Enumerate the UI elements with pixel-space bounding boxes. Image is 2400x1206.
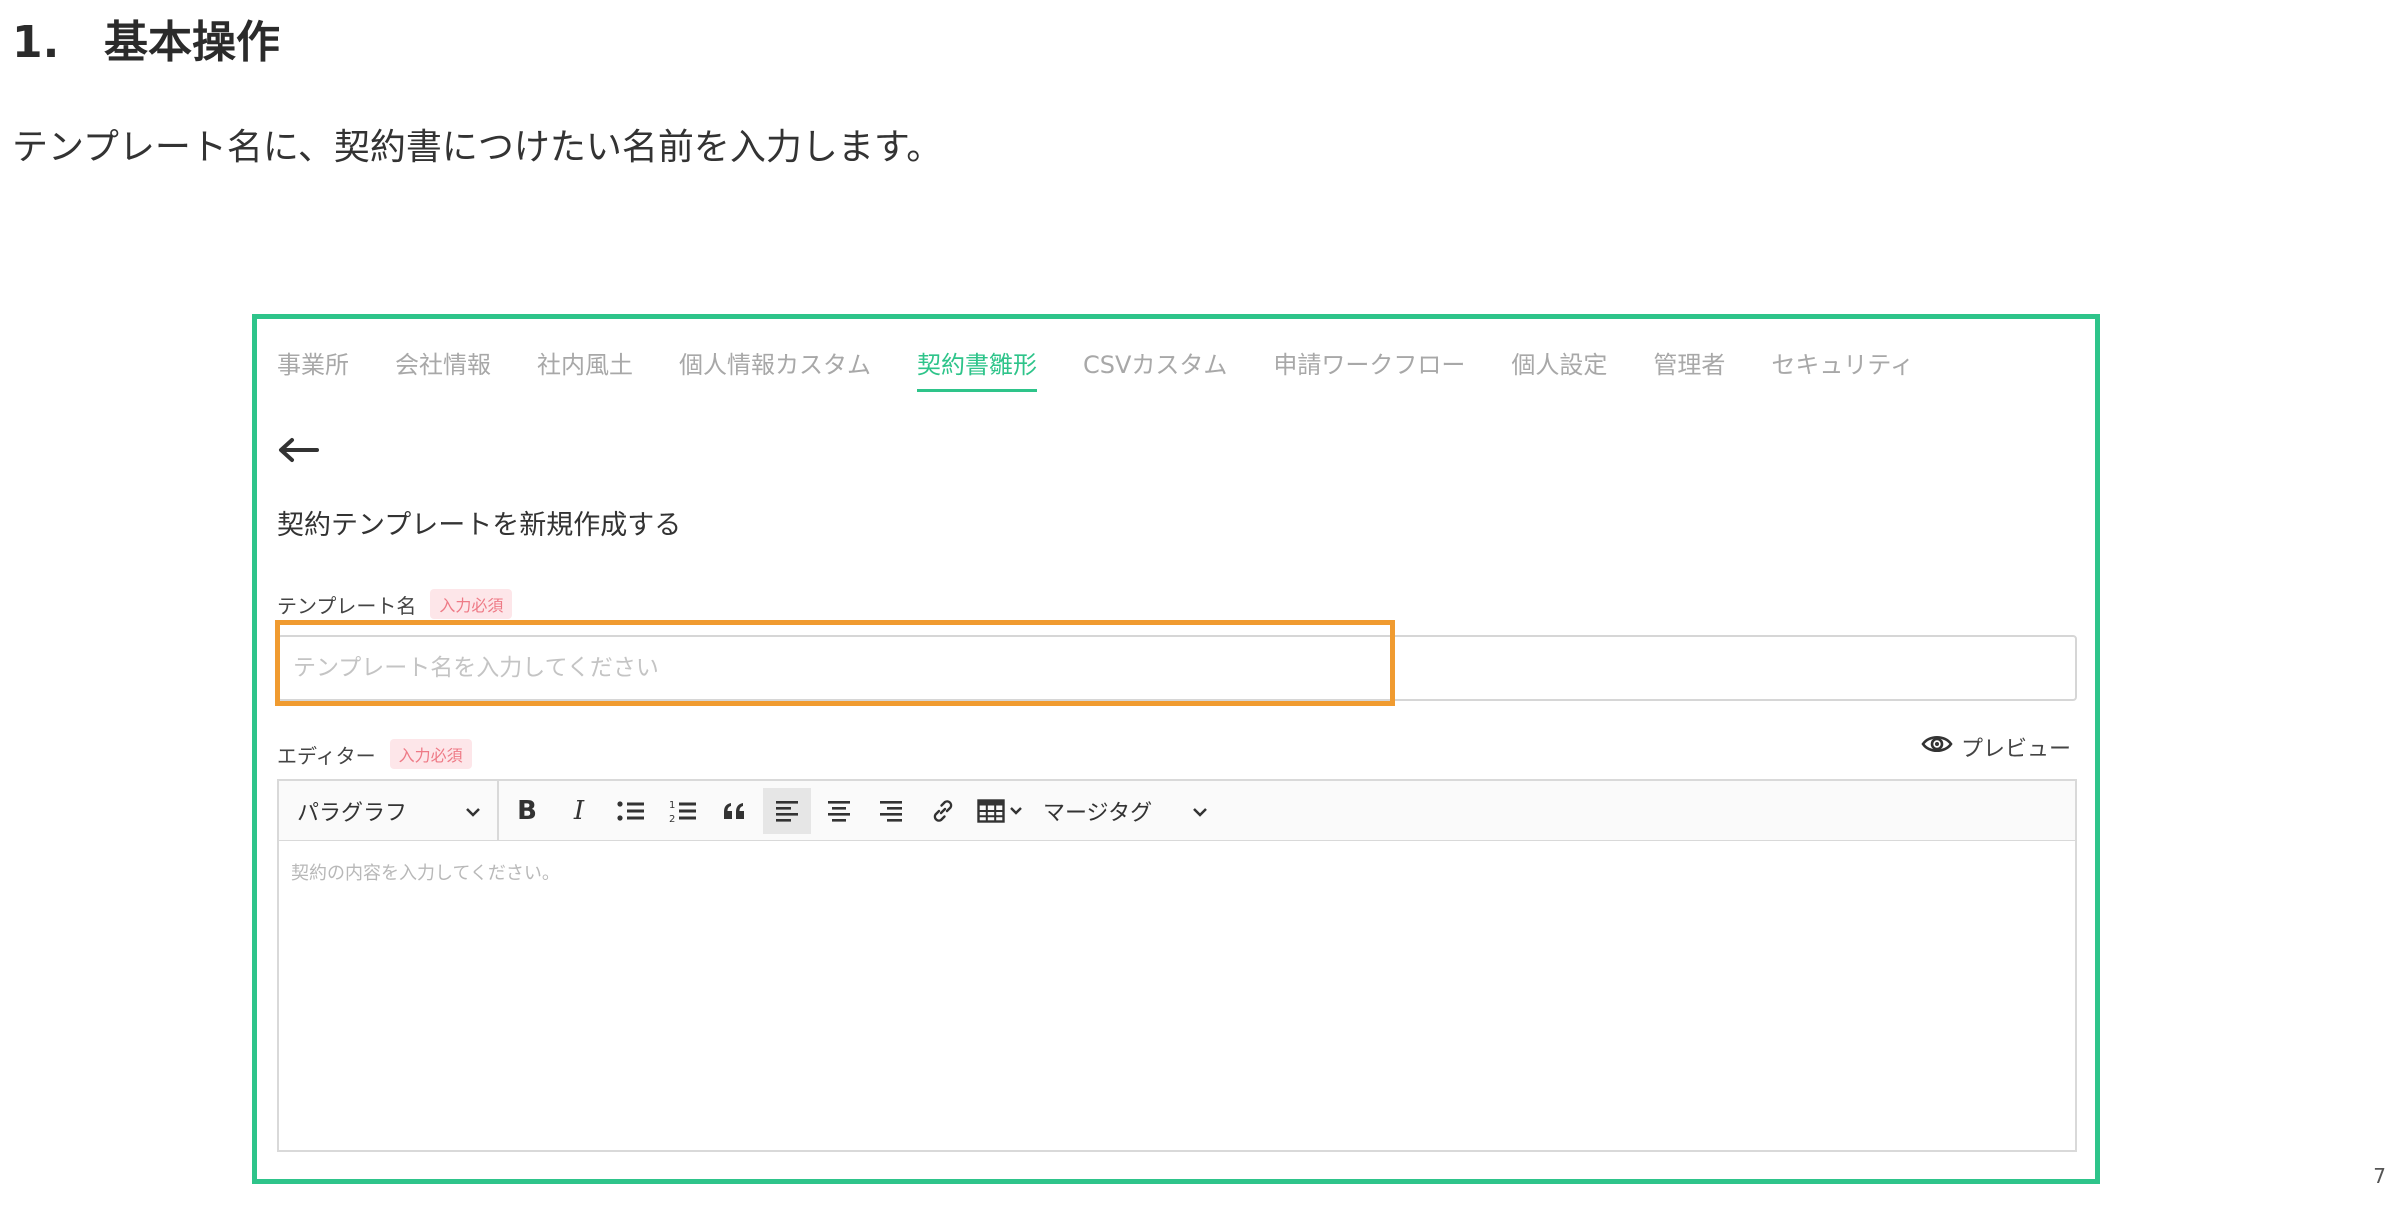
link-button[interactable] [919,788,967,834]
tab-csv-custom[interactable]: CSVカスタム [1083,341,1227,401]
svg-text:1: 1 [669,800,675,811]
blockquote-button[interactable] [711,788,759,834]
tab-approval-workflow[interactable]: 申請ワークフロー [1273,341,1465,401]
required-badge: 入力必須 [389,739,472,769]
chevron-down-icon [465,798,481,823]
tab-office[interactable]: 事業所 [277,341,349,401]
page-heading: 1. 基本操作 [12,6,280,70]
screenshot-frame: 事業所 会社情報 社内風土 個人情報カスタム 契約書雛形 CSVカスタム 申請ワ… [252,314,2100,1184]
paragraph-select-value: パラグラフ [297,800,408,826]
numbered-list-button[interactable]: 1 2 [659,788,707,834]
tab-personal-settings[interactable]: 個人設定 [1511,341,1607,401]
tab-personal-info-custom[interactable]: 個人情報カスタム [679,341,871,401]
page-description: テンプレート名に、契約書につけたい名前を入力します。 [12,127,943,168]
insert-table-button[interactable] [973,788,1027,834]
numbered-list-icon: 1 2 [669,800,696,824]
heading-number: 1. [12,17,60,68]
bulleted-list-icon [617,800,644,821]
align-right-button[interactable] [867,788,915,834]
editor-placeholder: 契約の内容を入力してください。 [291,863,560,884]
form-title: 契約テンプレートを新規作成する [277,510,682,541]
tab-security[interactable]: セキュリティ [1771,341,1914,401]
italic-button[interactable]: I [555,788,603,834]
italic-icon: I [573,795,585,826]
svg-text:2: 2 [669,814,675,824]
preview-label: プレビュー [1960,737,2071,762]
template-name-input[interactable] [277,635,2077,701]
bulleted-list-button[interactable] [607,788,655,834]
editor-label: エディター 入力必須 [277,739,472,769]
align-left-button[interactable] [763,787,811,834]
chevron-down-icon [1192,798,1208,823]
eye-icon [1921,733,1953,761]
bold-button[interactable]: B [503,788,551,834]
quote-icon [724,802,744,819]
required-badge: 入力必須 [430,589,513,619]
editor-toolbar: パラグラフ B I 1 2 マージタグ [277,779,2077,841]
editor-content-area[interactable]: 契約の内容を入力してください。 [277,840,2077,1152]
heading-title: 基本操作 [104,17,280,68]
link-icon [933,799,953,822]
bold-icon: B [517,795,537,826]
chevron-down-icon [1010,806,1022,815]
merge-tag-label: マージタグ [1043,800,1153,826]
page-number: 7 [2373,1164,2386,1188]
editor-label-text: エディター [277,743,376,768]
tab-administrators[interactable]: 管理者 [1653,341,1725,401]
align-center-button[interactable] [815,788,863,834]
tab-contract-templates[interactable]: 契約書雛形 [917,341,1037,401]
merge-tag-dropdown[interactable]: マージタグ [1043,795,1208,827]
template-name-label-text: テンプレート名 [277,593,417,618]
tab-company-culture[interactable]: 社内風土 [537,341,633,401]
tab-company-info[interactable]: 会社情報 [395,341,491,401]
align-left-icon [776,800,798,822]
align-center-icon [828,800,850,822]
align-right-icon [880,800,902,822]
back-arrow-icon[interactable] [277,435,319,465]
settings-tabs: 事業所 会社情報 社内風土 個人情報カスタム 契約書雛形 CSVカスタム 申請ワ… [277,341,2075,401]
template-name-label: テンプレート名 入力必須 [277,589,513,619]
table-icon [977,798,1005,823]
paragraph-select[interactable]: パラグラフ [279,781,499,840]
preview-button[interactable]: プレビュー [1921,731,2071,763]
